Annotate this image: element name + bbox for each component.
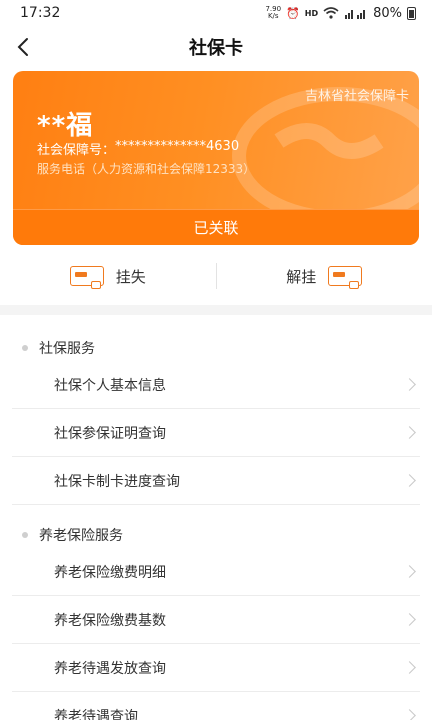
chevron-left-icon [17,38,28,56]
menu-item-label: 社保卡制卡进度查询 [54,473,180,490]
report-loss-card-icon [69,266,104,289]
report-loss-label: 挂失 [115,267,146,286]
menu-item-label: 社保参保证明查询 [54,425,166,442]
chevron-right-icon [403,709,416,720]
battery-icon [407,6,416,20]
card-holder-name: **福 [37,111,94,141]
section-bullet-icon [22,345,28,351]
hd-label: HD [304,8,319,18]
net-speed-unit: K/s [267,12,279,20]
menu-item-personal-info[interactable]: 社保个人基本信息 [12,361,420,409]
card-issuer: 吉林省社会保障卡 [304,89,409,104]
menu-item-label: 养老保险缴费明细 [54,564,166,581]
menu-item-pension-benefits[interactable]: 养老待遇查询 [12,692,420,720]
section-header-social-security: 社保服务 [22,338,95,358]
status-time: 17:32 [20,5,61,21]
chevron-right-icon [403,661,416,674]
card-status-bar: 已关联 [13,209,419,245]
menu-item-label: 社保个人基本信息 [54,377,166,394]
menu-item-pension-payment-base[interactable]: 养老保险缴费基数 [12,596,420,644]
page-title: 社保卡 [189,38,243,59]
battery-percent: 80% [373,5,402,21]
card-number-row: 社会保障号： **************4630 [37,139,239,158]
menu-item-card-progress[interactable]: 社保卡制卡进度查询 [12,457,420,505]
section-gap [0,305,432,315]
section-header-pension: 养老保险服务 [22,525,123,545]
nav-bar: 社保卡 [0,26,432,68]
status-icons: 7.90 K/s ⏰ HD 80% [265,6,416,21]
card-number-value: **************4630 [115,139,240,154]
menu-item-pension-payment-details[interactable]: 养老保险缴费明细 [12,548,420,596]
chevron-right-icon [403,474,416,487]
section-title: 养老保险服务 [39,528,123,544]
status-bar: 17:32 7.90 K/s ⏰ HD 80% [0,0,432,26]
menu-item-label: 养老待遇查询 [54,708,138,720]
menu-item-label: 养老待遇发放查询 [54,660,166,677]
section-bullet-icon [22,532,28,538]
menu-item-insurance-certificate[interactable]: 社保参保证明查询 [12,409,420,457]
alarm-icon: ⏰ [286,6,300,20]
signal-icon [345,10,366,19]
menu-item-label: 养老保险缴费基数 [54,612,166,629]
chevron-right-icon [403,378,416,391]
card-status-label: 已关联 [193,219,239,237]
wifi-icon [323,7,339,19]
chevron-right-icon [403,613,416,626]
card-service-phone: 服务电话（人力资源和社会保障12333） [37,162,256,176]
report-loss-button[interactable]: 挂失 [0,266,216,289]
unlock-card-button[interactable]: 解挂 [217,266,432,289]
unlock-card-icon [328,266,363,289]
menu-item-pension-distribution[interactable]: 养老待遇发放查询 [12,644,420,692]
network-speed: 7.90 K/s [265,6,281,20]
unlock-card-label: 解挂 [286,267,317,286]
chevron-right-icon [403,426,416,439]
card-actions: 挂失 解挂 [0,255,432,297]
card-number-label: 社会保障号： [37,143,116,158]
chevron-right-icon [403,565,416,578]
social-security-card[interactable]: 吉林省社会保障卡 **福 社会保障号： **************4630 服… [13,71,419,245]
back-button[interactable] [10,34,36,60]
section-title: 社保服务 [39,341,95,357]
